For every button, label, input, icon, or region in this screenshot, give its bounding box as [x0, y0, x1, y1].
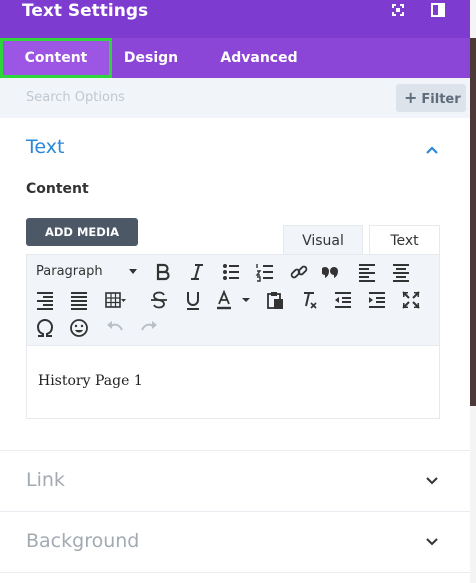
strikethrough-icon[interactable] [148, 289, 170, 311]
section-title-background[interactable]: Background [26, 530, 139, 552]
link-icon[interactable] [288, 261, 310, 283]
color-dropdown-icon[interactable] [240, 289, 252, 311]
content-field-label: Content [26, 181, 89, 197]
bullet-list-icon[interactable] [220, 261, 242, 283]
blockquote-icon[interactable] [322, 261, 344, 283]
section-title-link[interactable]: Link [26, 469, 65, 491]
bold-icon[interactable] [152, 261, 174, 283]
table-icon[interactable] [104, 289, 126, 311]
indent-icon[interactable] [366, 289, 388, 311]
underline-icon[interactable] [182, 289, 204, 311]
section-divider [0, 511, 470, 512]
tab-bar: Content Design Advanced [0, 38, 470, 78]
chevron-down-icon[interactable] [425, 535, 439, 549]
panel-title: Text Settings [22, 1, 149, 21]
italic-icon[interactable] [186, 261, 208, 283]
tab-advanced[interactable]: Advanced [212, 38, 306, 78]
tab-design[interactable]: Design [118, 38, 184, 78]
emoji-icon[interactable] [68, 317, 90, 339]
filter-label: Filter [421, 92, 461, 107]
add-media-button[interactable]: ADD MEDIA [26, 218, 138, 246]
format-select[interactable]: Paragraph [36, 262, 140, 282]
align-center-icon[interactable] [390, 261, 412, 283]
plus-icon: + [404, 88, 418, 107]
section-title-text[interactable]: Text [26, 136, 64, 158]
justify-icon[interactable] [68, 289, 90, 311]
scrollbar-thumb[interactable] [470, 38, 476, 406]
tab-visual[interactable]: Visual [283, 225, 363, 255]
split-view-icon[interactable] [430, 2, 446, 18]
redo-icon[interactable] [138, 317, 160, 339]
paste-text-icon[interactable] [264, 289, 286, 311]
settings-header: Text Settings [0, 0, 470, 38]
clear-formatting-icon[interactable] [298, 289, 320, 311]
filter-button[interactable]: + Filter [396, 84, 466, 112]
align-left-icon[interactable] [356, 261, 378, 283]
caret-down-icon [129, 269, 137, 274]
outdent-icon[interactable] [332, 289, 354, 311]
expand-icon[interactable] [390, 2, 406, 18]
chevron-up-icon[interactable] [425, 143, 439, 157]
chevron-down-icon[interactable] [425, 474, 439, 488]
search-input[interactable]: Search Options [26, 78, 125, 118]
tab-content[interactable]: Content [0, 38, 112, 78]
tab-text[interactable]: Text [369, 225, 440, 255]
fullscreen-icon[interactable] [400, 289, 422, 311]
section-divider [0, 572, 470, 573]
text-color-icon[interactable] [214, 289, 236, 311]
undo-icon[interactable] [104, 317, 126, 339]
editor-content-text[interactable]: History Page 1 [38, 373, 143, 389]
numbered-list-icon[interactable] [254, 261, 276, 283]
section-divider [0, 450, 470, 451]
align-right-icon[interactable] [34, 289, 56, 311]
special-character-icon[interactable] [34, 317, 56, 339]
